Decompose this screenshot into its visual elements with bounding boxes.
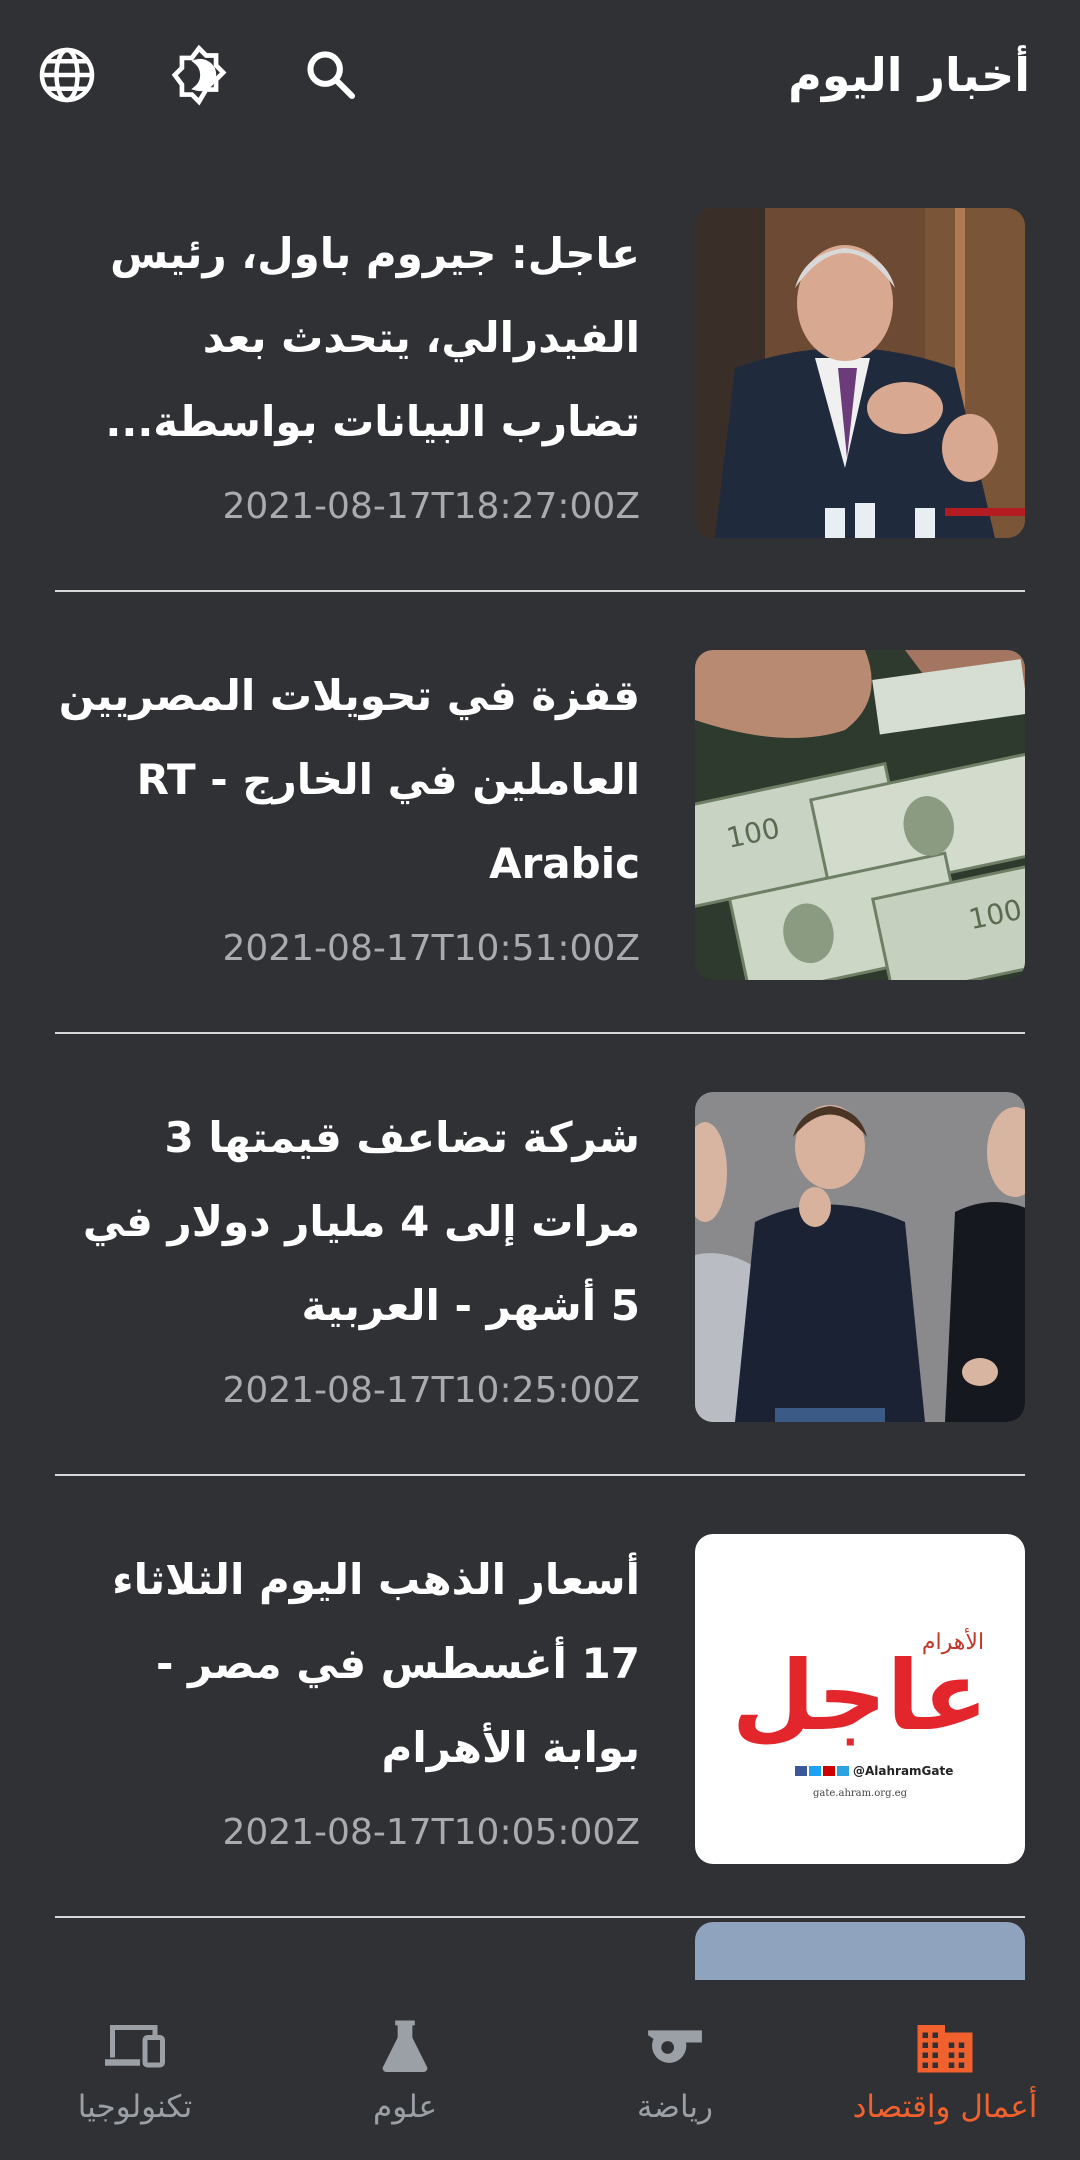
brightness-icon[interactable]	[164, 40, 234, 110]
bottom-navigation: أعمال واقتصاد رياضة علوم تكنولوجيا	[0, 1980, 1080, 2160]
news-thumbnail-founders[interactable]	[695, 1092, 1025, 1422]
news-headline: شركة تضاعف قيمتها 3 مرات إلى 4 مليار دول…	[82, 1113, 640, 1330]
svg-text:عاجل: عاجل	[732, 1640, 989, 1752]
flask-icon	[370, 2015, 440, 2075]
svg-text:gate.ahram.org.eg: gate.ahram.org.eg	[813, 1788, 908, 1799]
news-timestamp: 2021-08-17T10:25:00Z	[222, 1370, 640, 1411]
whistle-icon	[640, 2015, 710, 2075]
news-headline: عاجل: جيروم باول، رئيس الفيدرالي، يتحدث …	[105, 229, 640, 446]
nav-item-business[interactable]: أعمال واقتصاد	[810, 1980, 1080, 2160]
nav-label: علوم	[373, 2089, 437, 2125]
news-thumbnail-partial[interactable]	[695, 1922, 1025, 1980]
nav-item-science[interactable]: علوم	[270, 1980, 540, 2160]
devices-icon	[100, 2015, 170, 2075]
building-icon	[910, 2015, 980, 2075]
news-headline: قفزة في تحويلات المصريين العاملين في الخ…	[58, 671, 640, 888]
news-thumbnail-speaker[interactable]	[695, 208, 1025, 538]
news-thumbnail-dollars[interactable]: 100 100	[695, 650, 1025, 980]
nav-label: أعمال واقتصاد	[852, 2089, 1038, 2125]
app-bar-actions	[32, 40, 366, 110]
news-card[interactable]: عاجل: جيروم باول، رئيس الفيدرالي، يتحدث …	[55, 150, 1025, 592]
news-headline: أسعار الذهب اليوم الثلاثاء 17 أغسطس في م…	[112, 1555, 640, 1772]
nav-item-technology[interactable]: تكنولوجيا	[0, 1980, 270, 2160]
news-timestamp: 2021-08-17T18:27:00Z	[222, 486, 640, 527]
nav-label: رياضة	[637, 2089, 713, 2125]
nav-item-sports[interactable]: رياضة	[540, 1980, 810, 2160]
news-card[interactable]: 100 100 قفزة في تحويلات المصريين العاملي…	[55, 592, 1025, 1034]
news-card[interactable]: الأهرام عاجل @AlahramGate gate.ahram.org…	[55, 1476, 1025, 1918]
news-feed[interactable]: عاجل: جيروم باول، رئيس الفيدرالي، يتحدث …	[55, 150, 1025, 1980]
news-timestamp: 2021-08-17T10:05:00Z	[222, 1812, 640, 1853]
ahram-breaking-logo: الأهرام عاجل @AlahramGate gate.ahram.org…	[732, 1627, 989, 1799]
app-bar: أخبار اليوم	[0, 0, 1080, 150]
news-timestamp: 2021-08-17T10:51:00Z	[222, 928, 640, 969]
svg-text:@AlahramGate: @AlahramGate	[853, 1764, 953, 1778]
nav-label: تكنولوجيا	[77, 2089, 193, 2125]
search-icon[interactable]	[296, 40, 366, 110]
news-card[interactable]: شركة تضاعف قيمتها 3 مرات إلى 4 مليار دول…	[55, 1034, 1025, 1476]
page-title: أخبار اليوم	[788, 48, 1030, 102]
news-thumbnail-ahram[interactable]: الأهرام عاجل @AlahramGate gate.ahram.org…	[695, 1534, 1025, 1864]
language-globe-icon[interactable]	[32, 40, 102, 110]
